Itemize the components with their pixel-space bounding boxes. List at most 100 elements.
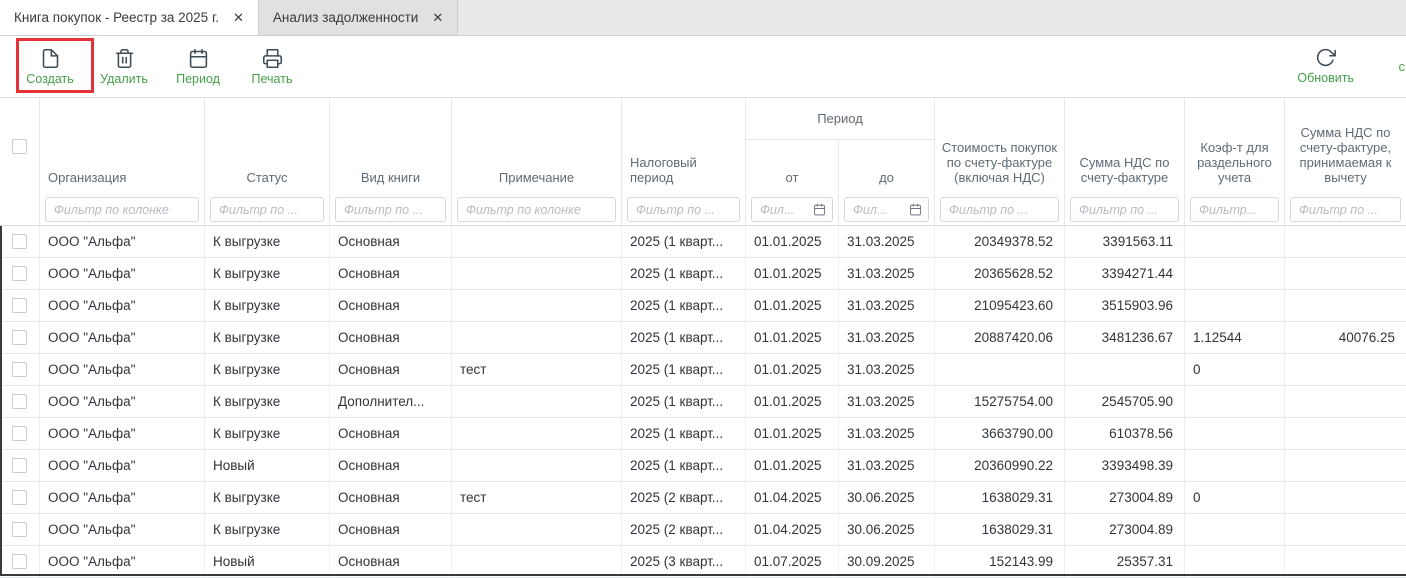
filter-cell-book-type bbox=[330, 194, 452, 225]
cell-purchase-cost: 20360990.22 bbox=[935, 450, 1065, 481]
cell-note bbox=[452, 386, 622, 417]
clipped-button-text[interactable]: с bbox=[1399, 59, 1406, 74]
filter-cell-vat-deductible bbox=[1285, 194, 1406, 225]
cell-tax-period: 2025 (3 кварт... bbox=[622, 546, 746, 577]
table-row[interactable]: ООО "Альфа" К выгрузке Основная 2025 (1 … bbox=[0, 258, 1406, 290]
filter-input-book-type[interactable] bbox=[342, 202, 439, 218]
table-row[interactable]: ООО "Альфа" К выгрузке Основная тест 202… bbox=[0, 482, 1406, 514]
cell-coefficient bbox=[1185, 418, 1285, 449]
table-row[interactable]: ООО "Альфа" К выгрузке Основная тест 202… bbox=[0, 354, 1406, 386]
column-header-vat-amount[interactable]: Сумма НДС по счету-фактуре bbox=[1065, 98, 1185, 194]
cell-status: К выгрузке bbox=[205, 514, 330, 545]
cell-vat-deductible bbox=[1285, 482, 1406, 513]
column-header-status[interactable]: Статус bbox=[205, 98, 330, 194]
row-checkbox[interactable] bbox=[12, 458, 27, 473]
cell-date-to: 31.03.2025 bbox=[839, 450, 935, 481]
close-icon[interactable]: ✕ bbox=[233, 11, 244, 24]
cell-vat-deductible bbox=[1285, 354, 1406, 385]
cell-book-type: Основная bbox=[330, 546, 452, 577]
cell-status: К выгрузке bbox=[205, 226, 330, 257]
cell-coefficient bbox=[1185, 514, 1285, 545]
row-checkbox[interactable] bbox=[12, 330, 27, 345]
delete-button[interactable]: Удалить bbox=[96, 41, 152, 93]
cell-coefficient bbox=[1185, 546, 1285, 577]
refresh-icon bbox=[1315, 47, 1336, 68]
row-checkbox[interactable] bbox=[12, 298, 27, 313]
create-button[interactable]: Создать bbox=[22, 41, 78, 93]
column-header-tax-period[interactable]: Налоговый период bbox=[622, 98, 746, 194]
table-row[interactable]: ООО "Альфа" К выгрузке Основная 2025 (1 … bbox=[0, 226, 1406, 258]
cell-date-to: 31.03.2025 bbox=[839, 386, 935, 417]
cell-date-from: 01.01.2025 bbox=[746, 354, 839, 385]
column-header-vat-deductible[interactable]: Сумма НДС по счету-фактуре, принимаемая … bbox=[1285, 98, 1406, 194]
filter-input-status[interactable] bbox=[217, 202, 317, 218]
row-checkbox[interactable] bbox=[12, 554, 27, 569]
table-row[interactable]: ООО "Альфа" К выгрузке Дополнител... 202… bbox=[0, 386, 1406, 418]
filter-cell-date-from bbox=[746, 194, 839, 225]
toolbar: Создать Удалить Период Печать Обнов bbox=[0, 36, 1406, 97]
cell-vat-deductible bbox=[1285, 450, 1406, 481]
filter-row bbox=[0, 194, 1406, 226]
filter-input-coefficient[interactable] bbox=[1197, 202, 1272, 218]
column-header-note[interactable]: Примечание bbox=[452, 98, 622, 194]
refresh-button-label: Обновить bbox=[1297, 71, 1354, 85]
column-header-book-type[interactable]: Вид книги bbox=[330, 98, 452, 194]
filter-input-vat-deductible[interactable] bbox=[1297, 202, 1394, 218]
row-checkbox[interactable] bbox=[12, 426, 27, 441]
row-checkbox[interactable] bbox=[12, 490, 27, 505]
filter-input-date-from[interactable] bbox=[758, 202, 813, 218]
print-button[interactable]: Печать bbox=[244, 41, 300, 93]
cell-coefficient: 1.12544 bbox=[1185, 322, 1285, 353]
row-checkbox[interactable] bbox=[12, 234, 27, 249]
table-header: Организация Статус Вид книги Примечание … bbox=[0, 97, 1406, 194]
cell-organization: ООО "Альфа" bbox=[40, 322, 205, 353]
row-checkbox[interactable] bbox=[12, 362, 27, 377]
column-group-period: Период bbox=[746, 98, 935, 140]
cell-status: К выгрузке bbox=[205, 258, 330, 289]
cell-tax-period: 2025 (1 кварт... bbox=[622, 290, 746, 321]
table-row[interactable]: ООО "Альфа" К выгрузке Основная 2025 (2 … bbox=[0, 514, 1406, 546]
column-header-organization[interactable]: Организация bbox=[40, 98, 205, 194]
table-row[interactable]: ООО "Альфа" К выгрузке Основная 2025 (1 … bbox=[0, 290, 1406, 322]
cell-organization: ООО "Альфа" bbox=[40, 354, 205, 385]
cell-organization: ООО "Альфа" bbox=[40, 482, 205, 513]
filter-input-purchase-cost[interactable] bbox=[947, 202, 1052, 218]
tab-bar: Книга покупок - Реестр за 2025 г. ✕ Анал… bbox=[0, 0, 1406, 36]
column-header-purchase-cost[interactable]: Стоимость покупок по счету-фактуре (вклю… bbox=[935, 98, 1065, 194]
tab-debt-analysis[interactable]: Анализ задолженности ✕ bbox=[259, 0, 458, 35]
refresh-button[interactable]: Обновить bbox=[1297, 40, 1354, 92]
calendar-icon[interactable] bbox=[813, 203, 826, 216]
select-all-checkbox[interactable] bbox=[12, 139, 27, 154]
column-header-coefficient[interactable]: Коэф-т для раздельного учета bbox=[1185, 98, 1285, 194]
calendar-icon[interactable] bbox=[909, 203, 922, 216]
cell-note bbox=[452, 258, 622, 289]
cell-organization: ООО "Альфа" bbox=[40, 386, 205, 417]
select-all-cell bbox=[0, 98, 40, 194]
table-row[interactable]: ООО "Альфа" Новый Основная 2025 (1 кварт… bbox=[0, 450, 1406, 482]
cell-purchase-cost bbox=[935, 354, 1065, 385]
cell-date-to: 31.03.2025 bbox=[839, 418, 935, 449]
filter-input-organization[interactable] bbox=[52, 202, 192, 218]
cell-status: К выгрузке bbox=[205, 322, 330, 353]
period-button[interactable]: Период bbox=[170, 41, 226, 93]
row-checkbox[interactable] bbox=[12, 394, 27, 409]
cell-purchase-cost: 3663790.00 bbox=[935, 418, 1065, 449]
cell-date-from: 01.01.2025 bbox=[746, 226, 839, 257]
cell-date-from: 01.01.2025 bbox=[746, 418, 839, 449]
cell-vat-amount: 25357.31 bbox=[1065, 546, 1185, 577]
column-header-date-from[interactable]: от bbox=[746, 140, 839, 194]
row-checkbox[interactable] bbox=[12, 522, 27, 537]
cell-note bbox=[452, 322, 622, 353]
filter-input-date-to[interactable] bbox=[851, 202, 909, 218]
cell-status: К выгрузке bbox=[205, 418, 330, 449]
filter-input-note[interactable] bbox=[464, 202, 609, 218]
filter-input-vat-amount[interactable] bbox=[1077, 202, 1172, 218]
table-row[interactable]: ООО "Альфа" К выгрузке Основная 2025 (1 … bbox=[0, 322, 1406, 354]
table-row[interactable]: ООО "Альфа" К выгрузке Основная 2025 (1 … bbox=[0, 418, 1406, 450]
close-icon[interactable]: ✕ bbox=[432, 11, 443, 24]
filter-input-tax-period[interactable] bbox=[634, 202, 733, 218]
column-header-date-to[interactable]: до bbox=[839, 140, 935, 194]
row-checkbox[interactable] bbox=[12, 266, 27, 281]
tab-purchase-book[interactable]: Книга покупок - Реестр за 2025 г. ✕ bbox=[0, 0, 259, 35]
cell-tax-period: 2025 (1 кварт... bbox=[622, 418, 746, 449]
